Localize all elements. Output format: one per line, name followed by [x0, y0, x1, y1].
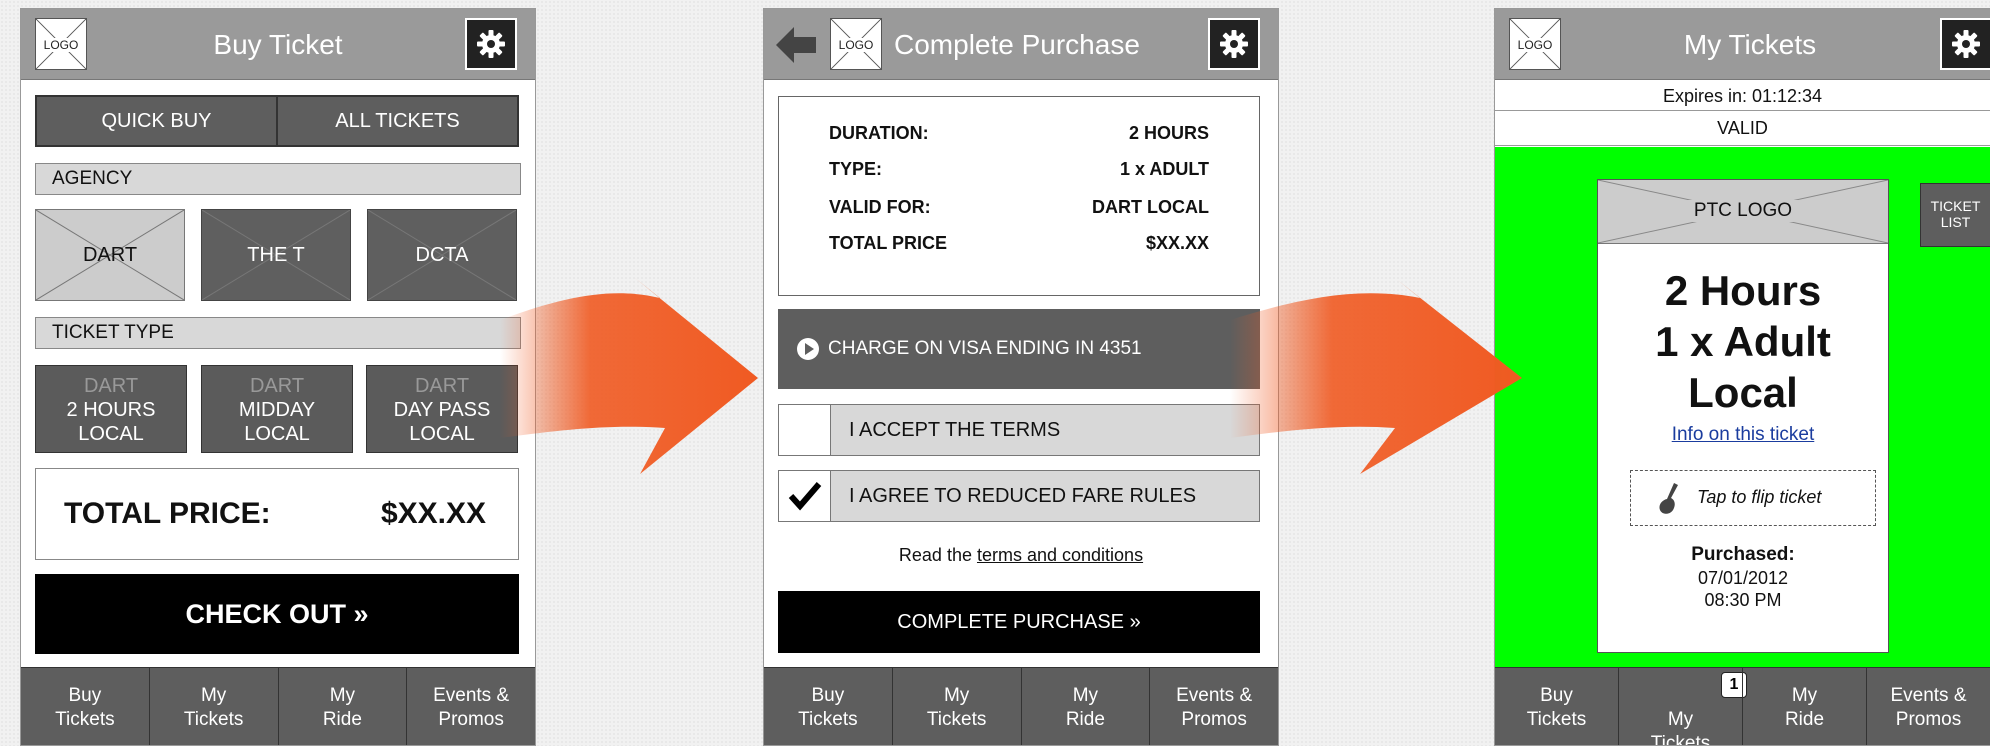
- purchased-label: Purchased:: [1691, 544, 1795, 565]
- nav-buy-tickets[interactable]: Buy Tickets: [764, 668, 892, 745]
- tab-all-tickets[interactable]: ALL TICKETS: [276, 97, 517, 145]
- accept-terms-label: I ACCEPT THE TERMS: [849, 419, 1061, 441]
- ticket-type-agency: DART: [414, 375, 470, 397]
- nav-events-promos[interactable]: Events & Promos: [1866, 668, 1990, 745]
- ticket-card[interactable]: PTC LOGO 2 Hours 1 x Adult Local Info on…: [1597, 179, 1889, 653]
- my-tickets-screen: LOGO My Tickets Expires in: 01:12:34 VAL…: [1494, 8, 1990, 746]
- ticket-type-agency: DART: [249, 375, 305, 397]
- nav-buy-tickets[interactable]: Buy Tickets: [1495, 668, 1618, 745]
- ptc-logo: PTC LOGO: [1598, 180, 1888, 244]
- agency-dart-label: DART: [82, 244, 138, 266]
- ticket-type-line2: LOCAL: [244, 423, 310, 445]
- header: LOGO Buy Ticket: [21, 9, 535, 80]
- reduced-fare-checkbox[interactable]: I AGREE TO REDUCED FARE RULES: [778, 470, 1260, 522]
- agency-label: AGENCY: [35, 163, 521, 195]
- nav-my-tickets-label: My Tickets: [1650, 709, 1711, 746]
- nav-my-tickets[interactable]: My Tickets: [891, 668, 1021, 745]
- header: LOGO Complete Purchase: [764, 9, 1278, 80]
- ticket-info-link[interactable]: Info on this ticket: [1598, 424, 1888, 446]
- summary-row: TYPE: 1 x ADULT: [829, 159, 1209, 179]
- terms-link[interactable]: terms and conditions: [977, 545, 1143, 565]
- agency-dcta[interactable]: DCTA: [367, 209, 517, 301]
- total-price-label: TOTAL PRICE:: [64, 497, 271, 530]
- terms-text: Read the terms and conditions: [764, 545, 1278, 566]
- terms-prefix: Read the: [898, 545, 972, 565]
- header: LOGO My Tickets: [1495, 9, 1990, 80]
- checkout-button[interactable]: CHECK OUT »: [35, 574, 519, 654]
- ticket-type-line1: MIDDAY: [238, 399, 316, 421]
- logo: LOGO: [1509, 18, 1561, 70]
- bottom-nav: Buy Tickets My Tickets 1 My Ride Events …: [1495, 667, 1990, 745]
- settings-button[interactable]: [1208, 18, 1260, 70]
- back-arrow-icon[interactable]: [776, 27, 816, 63]
- accept-terms-checkbox[interactable]: I ACCEPT THE TERMS: [778, 404, 1260, 456]
- agency-dcta-label: DCTA: [415, 244, 469, 266]
- summary-row: TOTAL PRICE $XX.XX: [829, 233, 1209, 253]
- flip-ticket-button[interactable]: Tap to flip ticket: [1630, 470, 1876, 526]
- flip-label: Tap to flip ticket: [1697, 487, 1822, 507]
- buy-mode-tabs: QUICK BUY ALL TICKETS: [35, 95, 519, 147]
- tab-quick-buy[interactable]: QUICK BUY: [37, 97, 276, 145]
- complete-purchase-button[interactable]: COMPLETE PURCHASE »: [778, 591, 1260, 653]
- page-title: Complete Purchase: [894, 29, 1140, 60]
- total-price-value: $XX.XX: [380, 497, 486, 530]
- summary-row: DURATION: 2 HOURS: [829, 123, 1209, 143]
- ticket-type-line2: LOCAL: [78, 423, 144, 445]
- charge-label: CHARGE ON VISA ENDING IN 4351: [828, 338, 1142, 359]
- bottom-nav: Buy Tickets My Tickets My Ride Events & …: [21, 667, 535, 745]
- agency-the-t-label: THE T: [247, 244, 305, 266]
- checkbox-box: [779, 405, 831, 455]
- page-title: Buy Ticket: [213, 29, 343, 60]
- ticket-type-line2: LOCAL: [409, 423, 475, 445]
- ticket-type-2-hours[interactable]: DART 2 HOURS LOCAL: [35, 365, 187, 453]
- gear-icon: [1220, 30, 1248, 58]
- nav-my-ride[interactable]: My Ride: [1020, 668, 1150, 745]
- expires-countdown: Expires in: 01:12:34: [1495, 81, 1990, 111]
- play-circle-icon: [797, 338, 819, 360]
- nav-my-tickets[interactable]: My Tickets 1: [1618, 668, 1747, 746]
- purchase-summary: DURATION: 2 HOURS TYPE: 1 x ADULT VALID FO…: [778, 96, 1260, 296]
- gear-icon: [477, 30, 505, 58]
- page-title: My Tickets: [1683, 29, 1817, 60]
- nav-my-tickets[interactable]: My Tickets: [148, 668, 278, 745]
- ticket-type-line1: DAY PASS: [393, 399, 491, 421]
- complete-purchase-screen: LOGO Complete Purchase DURATION: 2 HOURS …: [763, 8, 1279, 746]
- buy-ticket-screen: LOGO Buy Ticket QUICK BUY ALL TICKETS AG…: [20, 8, 536, 746]
- nav-events-promos[interactable]: Events & Promos: [406, 668, 535, 745]
- ticket-rider-type: 1 x Adult: [1655, 318, 1831, 365]
- ticket-type-line1: 2 HOURS: [66, 399, 156, 421]
- settings-button[interactable]: [465, 18, 517, 70]
- summary-row: VALID FOR: DART LOCAL: [829, 197, 1209, 217]
- nav-buy-tickets[interactable]: Buy Tickets: [21, 668, 149, 745]
- ticket-list-button[interactable]: TICKET LIST: [1920, 183, 1990, 247]
- validity-status: VALID: [1495, 112, 1990, 146]
- checkbox-box: [779, 471, 831, 521]
- total-price-box: TOTAL PRICE: $XX.XX: [35, 468, 519, 560]
- settings-button[interactable]: [1940, 18, 1990, 70]
- ticket-area: PTC LOGO 2 Hours 1 x Adult Local Info on…: [1495, 147, 1990, 669]
- ticket-zone: Local: [1688, 369, 1798, 416]
- nav-my-ride[interactable]: My Ride: [1742, 668, 1866, 745]
- logo: LOGO: [35, 18, 87, 70]
- gear-icon: [1952, 30, 1980, 58]
- purchased-date: 07/01/2012: [1697, 568, 1789, 588]
- charge-card-button[interactable]: CHARGE ON VISA ENDING IN 4351: [778, 309, 1260, 389]
- ticket-type-label: TICKET TYPE: [35, 317, 521, 349]
- purchased-time: 08:30 PM: [1704, 590, 1782, 610]
- flow-arrow-icon: [1230, 278, 1522, 474]
- flow-arrow-icon: [500, 278, 758, 474]
- agency-dart[interactable]: DART: [35, 209, 185, 301]
- ticket-type-day-pass[interactable]: DART DAY PASS LOCAL: [366, 365, 518, 453]
- ticket-duration: 2 Hours: [1664, 267, 1822, 314]
- nav-events-promos[interactable]: Events & Promos: [1149, 668, 1278, 745]
- nav-my-ride[interactable]: My Ride: [277, 668, 407, 745]
- logo: LOGO: [830, 18, 882, 70]
- bottom-nav: Buy Tickets My Tickets My Ride Events & …: [764, 667, 1278, 745]
- agency-the-t[interactable]: THE T: [201, 209, 351, 301]
- ticket-type-midday[interactable]: DART MIDDAY LOCAL: [201, 365, 353, 453]
- reduced-fare-label: I AGREE TO REDUCED FARE RULES: [849, 485, 1197, 507]
- tap-hand-icon: [1659, 483, 1678, 514]
- checkmark-icon: [788, 482, 821, 511]
- ticket-type-agency: DART: [83, 375, 139, 397]
